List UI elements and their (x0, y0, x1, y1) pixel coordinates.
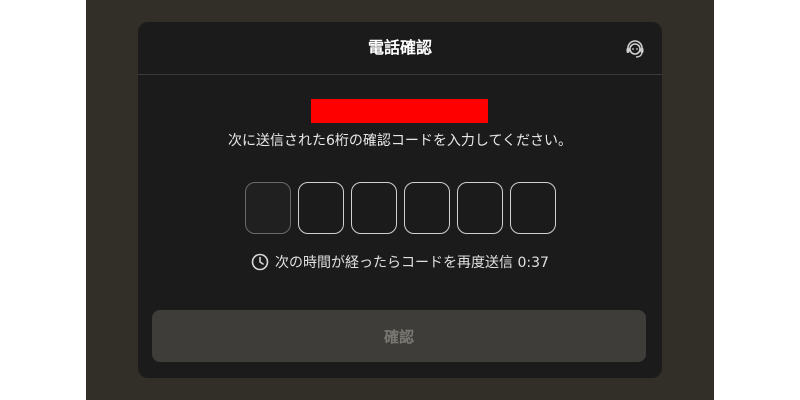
modal-header: 電話確認 (138, 22, 662, 75)
resend-timer-text: 次の時間が経ったらコードを再度送信 0:37 (275, 255, 549, 271)
code-digit-3[interactable] (351, 182, 397, 234)
phone-verification-modal: 電話確認 次に送信された6桁の確認コードを入力してください。 次の時間が経ったら… (138, 22, 662, 378)
redacted-phone-number (311, 99, 488, 123)
code-digit-4[interactable] (404, 182, 450, 234)
clock-icon (251, 253, 269, 271)
code-digit-5[interactable] (457, 182, 503, 234)
code-digit-2[interactable] (298, 182, 344, 234)
headset-icon[interactable] (624, 38, 646, 60)
confirm-button[interactable]: 確認 (152, 310, 646, 362)
verification-code-inputs (245, 182, 556, 236)
code-digit-1[interactable] (245, 182, 291, 234)
modal-title: 電話確認 (367, 38, 432, 57)
resend-timer: 次の時間が経ったらコードを再度送信 0:37 (138, 251, 662, 273)
code-digit-6[interactable] (510, 182, 556, 234)
instruction-text: 次に送信された6桁の確認コードを入力してください。 (227, 133, 573, 149)
